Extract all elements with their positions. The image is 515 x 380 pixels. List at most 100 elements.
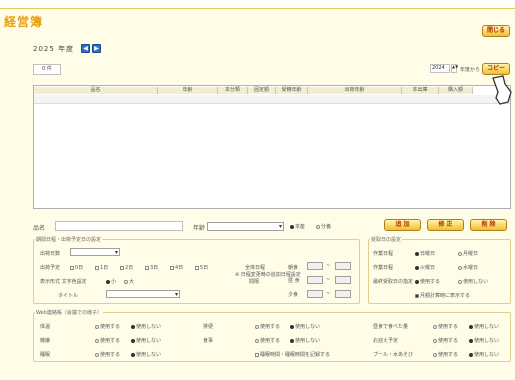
time-to-2[interactable]	[335, 276, 351, 284]
sunday-radio[interactable]: 日曜日	[415, 250, 435, 257]
title-label: タイトル	[58, 293, 79, 299]
col-category: 本分類	[218, 87, 248, 94]
radio-sub[interactable]: 分養	[316, 223, 331, 230]
radio-icon[interactable]	[124, 279, 128, 284]
radio-icon[interactable]	[458, 279, 462, 284]
receive-title: 受取日の設定	[370, 236, 403, 243]
mood-nouse-radio[interactable]: 使用しない	[131, 337, 161, 344]
temp-nouse-radio[interactable]: 使用しない	[131, 323, 161, 330]
radio-icon[interactable]	[433, 352, 437, 357]
year-spinner-icon[interactable]: ▲▼	[451, 64, 458, 73]
radio-icon[interactable]	[415, 279, 419, 284]
day-checkbox-1[interactable]: 1日	[95, 264, 108, 271]
monday-radio[interactable]: 月曜日	[458, 250, 478, 257]
lunch-amount-use-radio[interactable]: 使用する	[433, 323, 458, 330]
day-label: 0日	[75, 265, 84, 271]
use-label: 使用する	[100, 352, 121, 358]
sleep-nouse-radio[interactable]: 使用しない	[131, 351, 161, 358]
time-from-3[interactable]	[307, 290, 323, 298]
web-contact-title: Web連絡帳（会議での様子）	[35, 309, 103, 316]
time-to-3[interactable]	[335, 290, 351, 298]
time-to-1[interactable]	[335, 262, 351, 270]
prev-year-icon[interactable]: ◀	[81, 44, 90, 53]
radio-icon[interactable]	[469, 338, 473, 343]
pickup-use-radio[interactable]: 使用する	[433, 337, 458, 344]
radio-icon[interactable]	[131, 324, 135, 329]
radio-icon[interactable]	[95, 352, 99, 357]
checkbox-icon[interactable]	[95, 265, 99, 270]
stool-use-radio[interactable]: 使用する	[255, 323, 280, 330]
lunch-amount-label: 昼食で食べた量	[373, 324, 409, 330]
radio-main[interactable]: 本産	[290, 223, 305, 230]
name-input[interactable]	[55, 221, 183, 231]
radio-icon[interactable]	[458, 251, 462, 256]
radio-icon[interactable]	[95, 324, 99, 329]
day-checkbox-4[interactable]: 4日	[170, 264, 183, 271]
add-button[interactable]: 追 加	[384, 219, 421, 231]
meal-nouse-radio[interactable]: 使用しない	[290, 337, 320, 344]
radio-icon[interactable]	[415, 265, 419, 270]
copy-year-input[interactable]: 2024	[430, 64, 450, 73]
final-nouse-radio[interactable]: 使用しない	[458, 278, 488, 285]
temp-use-radio[interactable]: 使用する	[95, 323, 120, 330]
table-row[interactable]	[34, 95, 510, 104]
radio-icon[interactable]	[131, 338, 135, 343]
final-use-radio[interactable]: 使用する	[415, 278, 440, 285]
radio-icon[interactable]	[255, 324, 259, 329]
checkbox-icon[interactable]	[170, 265, 174, 270]
col-fertile-age: 受精年齢	[276, 87, 308, 94]
size-large-radio[interactable]: 大	[124, 278, 134, 285]
checkbox-icon[interactable]	[145, 265, 149, 270]
next-year-icon[interactable]: ▶	[92, 44, 101, 53]
monthly-display-checkbox[interactable]: 月額計算時に表示する	[415, 292, 470, 299]
checkbox-icon[interactable]	[255, 352, 259, 357]
radio-main-icon[interactable]	[290, 224, 294, 229]
radio-icon[interactable]	[131, 352, 135, 357]
time-from-2[interactable]	[307, 276, 323, 284]
day-checkbox-3[interactable]: 3日	[145, 264, 158, 271]
age-select[interactable]	[207, 222, 284, 231]
radio-icon[interactable]	[255, 338, 259, 343]
radio-icon[interactable]	[415, 251, 419, 256]
close-button[interactable]: 閉じる	[482, 25, 510, 37]
day-checkbox-5[interactable]: 5日	[195, 264, 208, 271]
col-name: 品名	[34, 87, 158, 94]
radio-icon[interactable]	[469, 324, 473, 329]
radio-icon[interactable]	[95, 338, 99, 343]
checkbox-icon[interactable]	[120, 265, 124, 270]
pool-nouse-radio[interactable]: 使用しない	[469, 351, 499, 358]
wednesday-radio[interactable]: 水曜日	[458, 264, 478, 271]
time-from-1[interactable]	[307, 262, 323, 270]
ship-days-label: 出荷日数	[40, 251, 61, 257]
meal-use-radio[interactable]: 使用する	[255, 337, 280, 344]
radio-icon[interactable]	[458, 265, 462, 270]
pool-use-radio[interactable]: 使用する	[433, 351, 458, 358]
delete-button[interactable]: 削 除	[470, 219, 507, 231]
radio-icon[interactable]	[106, 279, 110, 284]
size-small-radio[interactable]: 小	[106, 278, 116, 285]
mood-use-radio[interactable]: 使用する	[95, 337, 120, 344]
radio-icon[interactable]	[290, 324, 294, 329]
checkbox-icon[interactable]	[195, 265, 199, 270]
pickup-nouse-radio[interactable]: 使用しない	[469, 337, 499, 344]
radio-icon[interactable]	[433, 338, 437, 343]
day-checkbox-0[interactable]: 0日	[70, 264, 83, 271]
ship-days-select[interactable]	[70, 248, 120, 256]
title-select[interactable]	[106, 290, 180, 298]
radio-icon[interactable]	[290, 338, 294, 343]
day-label: 3日	[150, 265, 159, 271]
radio-icon[interactable]	[469, 352, 473, 357]
sleep-record-checkbox[interactable]: 睡眠時間・睡眠時間を記録する	[255, 351, 330, 358]
radio-icon[interactable]	[433, 324, 437, 329]
checkbox-icon[interactable]	[415, 293, 419, 298]
stool-nouse-radio[interactable]: 使用しない	[290, 323, 320, 330]
pickup-label: お迎え予定	[373, 338, 399, 344]
pool-label: プール・水あそび	[373, 352, 414, 358]
lunch-amount-nouse-radio[interactable]: 使用しない	[469, 323, 499, 330]
day-checkbox-2[interactable]: 2日	[120, 264, 133, 271]
checkbox-icon[interactable]	[70, 265, 74, 270]
tuesday-radio[interactable]: 火曜日	[415, 264, 435, 271]
sleep-use-radio[interactable]: 使用する	[95, 351, 120, 358]
edit-button[interactable]: 修 正	[427, 219, 464, 231]
radio-sub-icon[interactable]	[316, 224, 320, 229]
